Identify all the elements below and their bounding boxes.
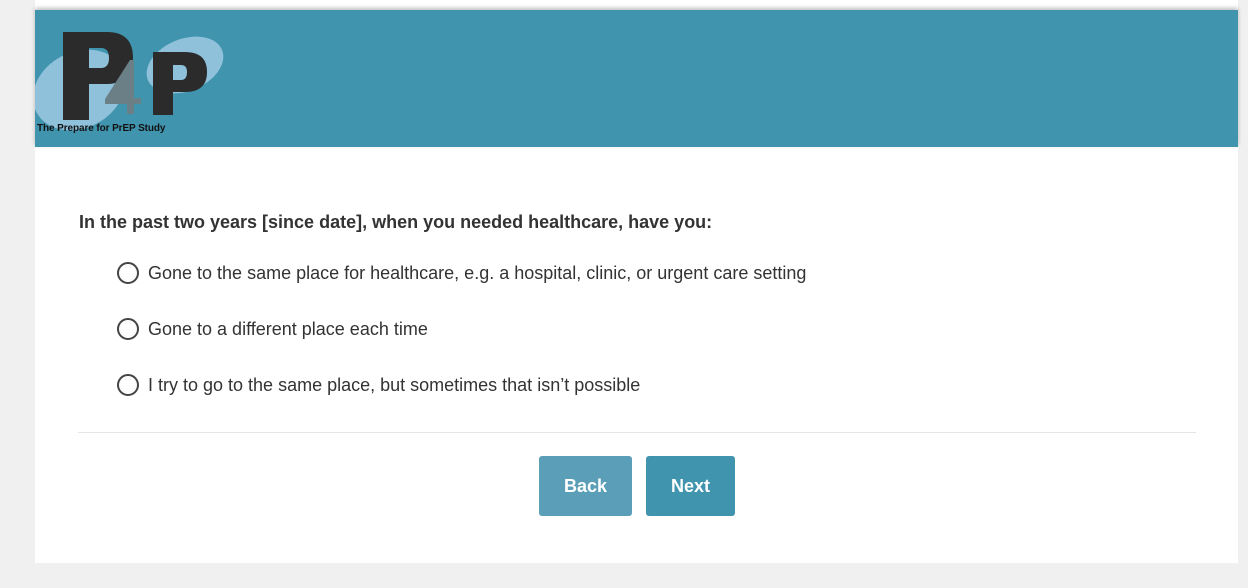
option-label: Gone to a different place each time	[148, 318, 428, 339]
option-try-same-place[interactable]: I try to go to the same place, but somet…	[117, 370, 806, 400]
option-different-place[interactable]: Gone to a different place each time	[117, 314, 806, 344]
logo-tagline: The Prepare for PrEP Study	[37, 123, 166, 134]
option-same-place[interactable]: Gone to the same place for healthcare, e…	[117, 258, 806, 288]
answer-options: Gone to the same place for healthcare, e…	[117, 258, 806, 426]
radio-button-icon[interactable]	[117, 318, 139, 340]
study-logo: The Prepare for PrEP Study	[35, 10, 235, 147]
question-text: In the past two years [since date], when…	[79, 212, 713, 232]
radio-button-icon[interactable]	[117, 374, 139, 396]
next-button[interactable]: Next	[646, 456, 735, 516]
divider	[78, 432, 1196, 433]
option-label: Gone to the same place for healthcare, e…	[148, 262, 807, 283]
back-button[interactable]: Back	[539, 456, 632, 516]
survey-page: The Prepare for PrEP Study In the past t…	[35, 0, 1238, 563]
radio-button-icon[interactable]	[117, 262, 139, 284]
option-label: I try to go to the same place, but somet…	[148, 374, 641, 395]
